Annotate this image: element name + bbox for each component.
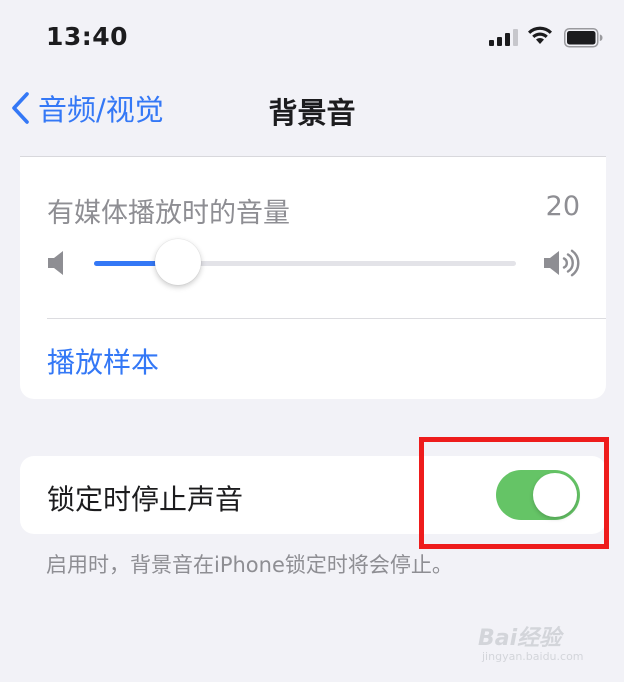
page-title: 背景音 — [268, 96, 356, 130]
volume-card: 有媒体播放时的音量 20 播放样本 — [20, 157, 606, 399]
watermark-url: jingyan.baidu.com — [482, 650, 584, 663]
wifi-icon — [526, 24, 554, 50]
divider — [47, 318, 606, 319]
battery-icon — [564, 28, 604, 52]
status-bar: 13:40 — [0, 0, 624, 72]
media-volume-label: 有媒体播放时的音量 — [47, 198, 290, 229]
media-volume-value: 20 — [545, 191, 580, 222]
watermark: Bai经验 jingyan.baidu.com — [478, 618, 606, 670]
highlight-annotation-box — [419, 437, 609, 549]
volume-slider-thumb[interactable] — [155, 239, 202, 285]
speaker-high-icon — [542, 249, 582, 281]
watermark-logo: Bai经验 — [478, 626, 562, 651]
volume-slider[interactable] — [94, 237, 516, 289]
speaker-low-icon — [46, 249, 68, 281]
lock-stop-footnote: 启用时，背景音在iPhone锁定时将会停止。 — [46, 553, 453, 577]
cellular-signal-icon — [489, 28, 519, 46]
navigation-bar: 音频/视觉 背景音 — [0, 72, 624, 144]
status-time: 13:40 — [46, 22, 129, 51]
lock-stop-sound-label: 锁定时停止声音 — [47, 483, 244, 516]
play-sample-button[interactable]: 播放样本 — [47, 341, 159, 381]
